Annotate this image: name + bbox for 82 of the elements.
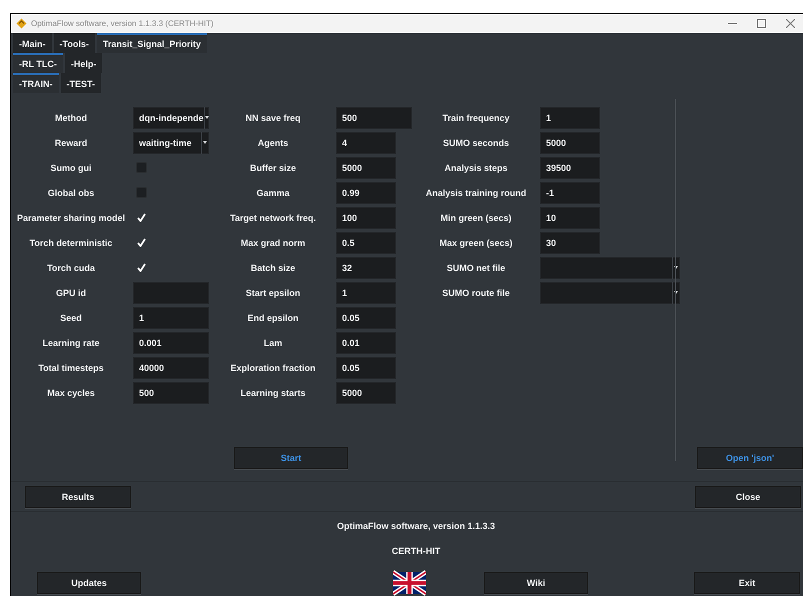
field-label: GPU id	[54, 288, 87, 298]
close-button[interactable]: Close	[695, 486, 801, 508]
field-label: Analysis steps	[443, 162, 509, 172]
field-label: Min green (secs)	[439, 212, 513, 222]
tab[interactable]: -RL TLC-	[13, 53, 63, 73]
input-field[interactable]: 1	[336, 282, 396, 304]
input-field[interactable]: 4	[336, 132, 396, 154]
checkbox[interactable]	[136, 187, 147, 198]
input-field[interactable]: 0.001	[133, 332, 209, 354]
field-label: Global obs	[46, 188, 96, 198]
field-label: Parameter sharing model	[16, 212, 126, 222]
input-field[interactable]: 30	[540, 232, 600, 254]
dropdown[interactable]: waiting-time	[133, 132, 209, 154]
input-field[interactable]: 0.99	[336, 182, 396, 204]
field-label: Start epsilon	[244, 288, 302, 298]
flag-icon[interactable]	[393, 570, 426, 596]
input-field[interactable]: 100	[336, 206, 396, 228]
field-label: Torch deterministic	[28, 238, 114, 248]
field-label: Method	[54, 112, 88, 122]
field-label: Batch size	[250, 262, 296, 272]
field-label: Learning rate	[41, 338, 100, 348]
open-json-button[interactable]: Open 'json'	[697, 447, 803, 469]
input-field[interactable]: 39500	[540, 156, 600, 178]
input-field[interactable]: 5000	[336, 382, 396, 404]
field-label: Max green (secs)	[438, 238, 514, 248]
field-label: Train frequency	[441, 112, 511, 122]
input-field[interactable]: 5000	[336, 156, 396, 178]
input-field[interactable]: 1	[540, 106, 600, 128]
field-label: Seed	[59, 312, 83, 322]
field-label: Reward	[54, 138, 88, 148]
field-label: SUMO seconds	[442, 138, 510, 148]
field-label: NN save freq	[244, 112, 302, 122]
field-label: SUMO route file	[441, 288, 511, 298]
field-label: Target network freq.	[229, 212, 317, 222]
tab[interactable]: -Tools-	[54, 33, 95, 53]
tab[interactable]: -Main-	[13, 33, 52, 53]
start-button[interactable]: Start	[234, 447, 348, 469]
input-field[interactable]: 0.01	[336, 332, 396, 354]
dropdown[interactable]: dqn-independe	[133, 106, 209, 128]
field-label: Lam	[262, 338, 284, 348]
exit-button[interactable]: Exit	[694, 572, 800, 594]
input-field[interactable]: 500	[336, 106, 412, 128]
field-label: Analysis training round	[424, 188, 528, 198]
field-label: Gamma	[255, 188, 291, 198]
field-label: Buffer size	[248, 162, 297, 172]
field-label: Total timesteps	[37, 362, 105, 372]
input-field[interactable]: 1	[133, 306, 209, 328]
wiki-button[interactable]: Wiki	[484, 572, 588, 594]
field-label: SUMO net file	[446, 262, 506, 272]
field-label: Max cycles	[46, 388, 96, 398]
caret-icon	[204, 116, 208, 119]
version-text: OptimaFlow software, version 1.1.3.3	[336, 521, 496, 531]
input-field[interactable]: 40000	[133, 356, 209, 378]
field-label: Max grad norm	[240, 238, 306, 248]
caret-icon	[203, 141, 207, 144]
input-field[interactable]: 32	[336, 256, 396, 278]
input-field[interactable]	[133, 282, 209, 304]
input-field[interactable]: -1	[540, 182, 600, 204]
field-label: Sumo gui	[50, 162, 92, 172]
field-label: Learning starts	[239, 388, 307, 398]
input-field[interactable]: 0.05	[336, 306, 396, 328]
maximize-icon[interactable]	[757, 19, 766, 28]
input-field[interactable]: 10	[540, 206, 600, 228]
input-field[interactable]: 0.05	[336, 356, 396, 378]
organization-text: CERTH-HIT	[392, 546, 440, 556]
checkbox[interactable]	[136, 162, 147, 173]
window-title: OptimaFlow software, version 1.1.3.3 (CERTH-HIT)	[31, 19, 215, 28]
results-button[interactable]: Results	[25, 486, 131, 508]
field-label: Agents	[256, 138, 290, 148]
field-label: End epsilon	[246, 312, 300, 322]
field-label: Exploration fraction	[229, 362, 316, 372]
tab[interactable]: -Help-	[64, 53, 102, 73]
tab[interactable]: -TRAIN-	[13, 73, 58, 93]
app-icon	[16, 18, 27, 29]
updates-button[interactable]: Updates	[37, 572, 141, 594]
input-field[interactable]: 500	[133, 382, 209, 404]
close-icon[interactable]	[786, 19, 795, 28]
input-field[interactable]: 0.5	[336, 232, 396, 254]
tab[interactable]: Transit_Signal_Priority	[96, 33, 207, 53]
input-field[interactable]: 5000	[540, 132, 600, 154]
field-label: Torch cuda	[46, 262, 96, 272]
tab[interactable]: -TEST-	[60, 73, 101, 93]
